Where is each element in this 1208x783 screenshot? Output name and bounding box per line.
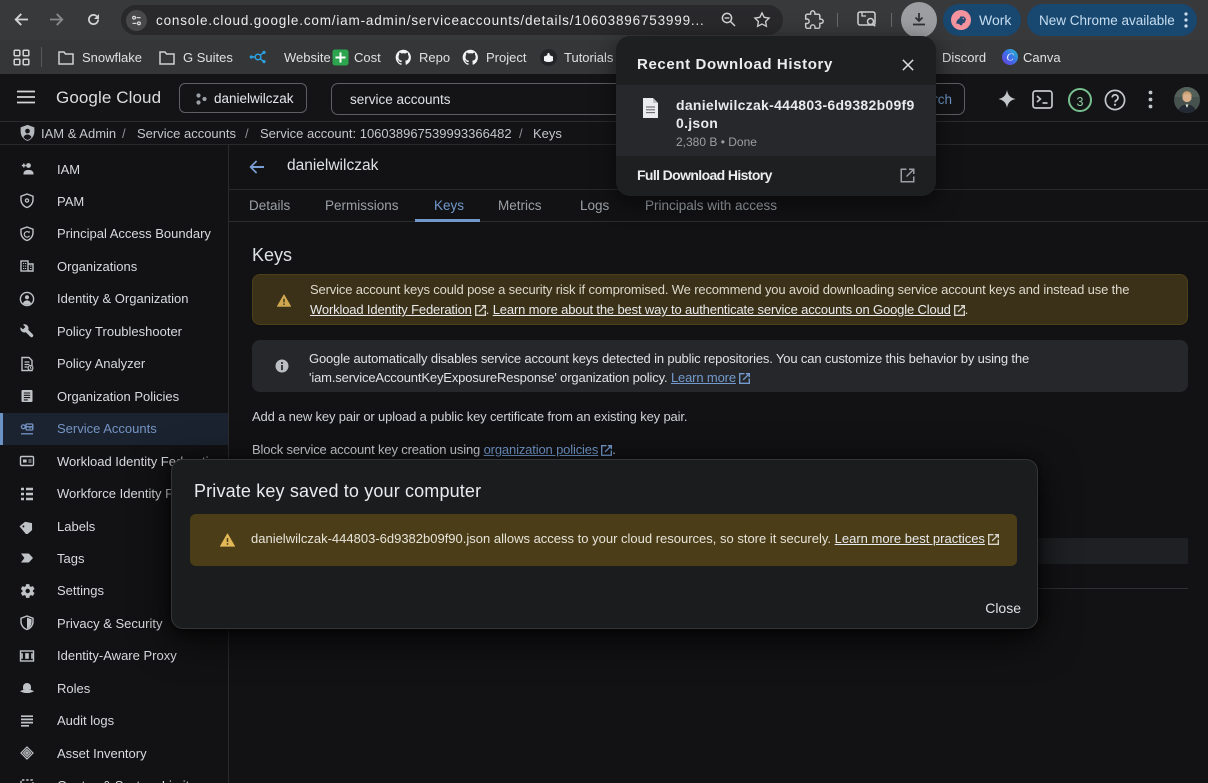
svg-text:C: C [1006,53,1014,64]
